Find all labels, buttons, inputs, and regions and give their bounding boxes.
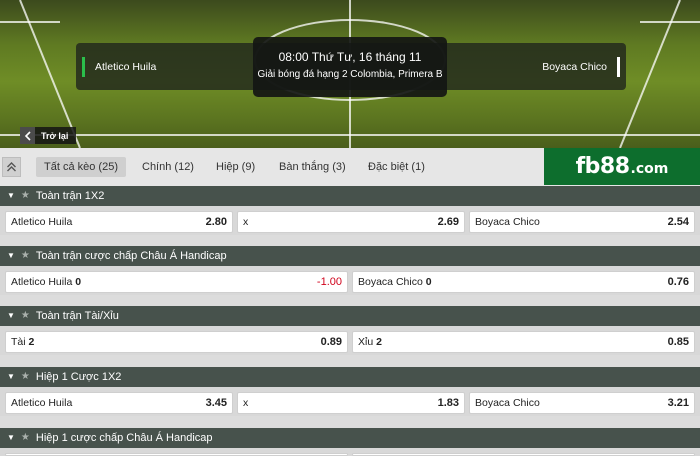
odds-value: -1.00 bbox=[316, 276, 342, 288]
match-header-banner: Atletico Huila 08:00 Thứ Tư, 16 tháng 11… bbox=[0, 0, 700, 148]
star-icon[interactable]: ★ bbox=[21, 428, 30, 448]
selection-label: x bbox=[243, 397, 249, 409]
section-header-firsthalf-asian-handicap[interactable]: ▼ ★ Hiệp 1 cược chấp Châu Á Handicap bbox=[0, 428, 700, 448]
section-title: Toàn trận 1X2 bbox=[35, 190, 105, 202]
star-icon[interactable]: ★ bbox=[21, 306, 30, 326]
back-button[interactable]: Trở lại bbox=[20, 127, 77, 144]
logo-name: fb88 bbox=[575, 154, 630, 179]
section-title: Toàn trận cược chấp Châu Á Handicap bbox=[35, 250, 227, 262]
selection-label: Boyaca Chico bbox=[475, 397, 540, 409]
selection-label: x bbox=[243, 216, 249, 228]
caret-down-icon: ▼ bbox=[7, 251, 15, 260]
tab-main[interactable]: Chính (12) bbox=[134, 157, 202, 177]
odds-value: 2.54 bbox=[667, 216, 689, 228]
odds-value: 0.76 bbox=[667, 276, 689, 288]
odds-value: 1.83 bbox=[437, 397, 459, 409]
odds-value: 3.21 bbox=[667, 397, 689, 409]
market-row: Atletico Huila 3.45 x 1.83 Boyaca Chico … bbox=[0, 387, 700, 416]
section-title: Toàn trận Tài/Xỉu bbox=[35, 310, 119, 322]
home-team-name: Atletico Huila bbox=[82, 57, 156, 77]
tab-all-markets[interactable]: Tất cả kèo (25) bbox=[36, 157, 126, 177]
caret-down-icon: ▼ bbox=[7, 311, 15, 320]
selection-label: Atletico Huila bbox=[11, 216, 73, 228]
star-icon[interactable]: ★ bbox=[21, 186, 30, 206]
league-name: Giải bóng đá hạng 2 Colombia, Primera B bbox=[257, 69, 443, 80]
match-datetime: 08:00 Thứ Tư, 16 tháng 11 bbox=[278, 50, 422, 64]
away-team-name: Boyaca Chico bbox=[542, 57, 620, 77]
logo-suffix: .com bbox=[630, 161, 669, 177]
star-icon[interactable]: ★ bbox=[21, 367, 30, 387]
collapse-all-button[interactable] bbox=[2, 157, 21, 177]
tab-special[interactable]: Đặc biệt (1) bbox=[360, 157, 433, 177]
odds-value: 0.89 bbox=[320, 336, 342, 348]
odds-cell-away[interactable]: Boyaca Chico 3.21 bbox=[469, 392, 695, 414]
selection-label: Atletico Huila bbox=[11, 397, 73, 409]
selection-label: Atletico Huila 0 bbox=[11, 276, 82, 288]
odds-value: 2.80 bbox=[205, 216, 227, 228]
odds-value: 2.69 bbox=[437, 216, 459, 228]
selection-label: Boyaca Chico bbox=[475, 216, 540, 228]
caret-down-icon: ▼ bbox=[7, 433, 15, 442]
odds-cell-home[interactable]: Atletico Huila 2.80 bbox=[5, 211, 233, 233]
odds-value: 0.85 bbox=[667, 336, 689, 348]
section-header-fulltime-asian-handicap[interactable]: ▼ ★ Toàn trận cược chấp Châu Á Handicap bbox=[0, 246, 700, 266]
selection-label: Tài 2 bbox=[11, 336, 35, 348]
market-row: Tài 2 0.89 Xỉu 2 0.85 bbox=[0, 326, 700, 355]
odds-cell-home[interactable]: Atletico Huila 3.45 bbox=[5, 392, 233, 414]
odds-value: 3.45 bbox=[205, 397, 227, 409]
market-row bbox=[0, 448, 700, 456]
tab-goals[interactable]: Bàn thắng (3) bbox=[271, 157, 354, 177]
odds-cell-home[interactable]: Atletico Huila 0 -1.00 bbox=[5, 271, 348, 293]
odds-cell-away[interactable]: Boyaca Chico 0 0.76 bbox=[352, 271, 695, 293]
match-datetime-card: 08:00 Thứ Tư, 16 tháng 11 Giải bóng đá h… bbox=[253, 37, 447, 97]
odds-cell-under[interactable]: Xỉu 2 0.85 bbox=[352, 331, 695, 353]
selection-label: Xỉu 2 bbox=[358, 336, 382, 348]
chevron-left-icon bbox=[20, 127, 35, 144]
fb88-logo: fb88 .com bbox=[544, 148, 700, 185]
tab-halves[interactable]: Hiệp (9) bbox=[208, 157, 263, 177]
double-chevron-up-icon bbox=[7, 162, 16, 172]
market-row: Atletico Huila 2.80 x 2.69 Boyaca Chico … bbox=[0, 206, 700, 235]
star-icon[interactable]: ★ bbox=[21, 246, 30, 266]
selection-label: Boyaca Chico 0 bbox=[358, 276, 432, 288]
section-title: Hiệp 1 Cược 1X2 bbox=[35, 371, 122, 383]
section-header-firsthalf-1x2[interactable]: ▼ ★ Hiệp 1 Cược 1X2 bbox=[0, 367, 700, 387]
caret-down-icon: ▼ bbox=[7, 372, 15, 381]
odds-cell-draw[interactable]: x 1.83 bbox=[237, 392, 465, 414]
section-title: Hiệp 1 cược chấp Châu Á Handicap bbox=[35, 432, 213, 444]
caret-down-icon: ▼ bbox=[7, 191, 15, 200]
odds-cell-away[interactable]: Boyaca Chico 2.54 bbox=[469, 211, 695, 233]
market-row: Atletico Huila 0 -1.00 Boyaca Chico 0 0.… bbox=[0, 266, 700, 295]
section-header-fulltime-over-under[interactable]: ▼ ★ Toàn trận Tài/Xỉu bbox=[0, 306, 700, 326]
section-header-fulltime-1x2[interactable]: ▼ ★ Toàn trận 1X2 bbox=[0, 186, 700, 206]
odds-cell-draw[interactable]: x 2.69 bbox=[237, 211, 465, 233]
odds-cell-over[interactable]: Tài 2 0.89 bbox=[5, 331, 348, 353]
back-button-label: Trở lại bbox=[41, 130, 69, 141]
